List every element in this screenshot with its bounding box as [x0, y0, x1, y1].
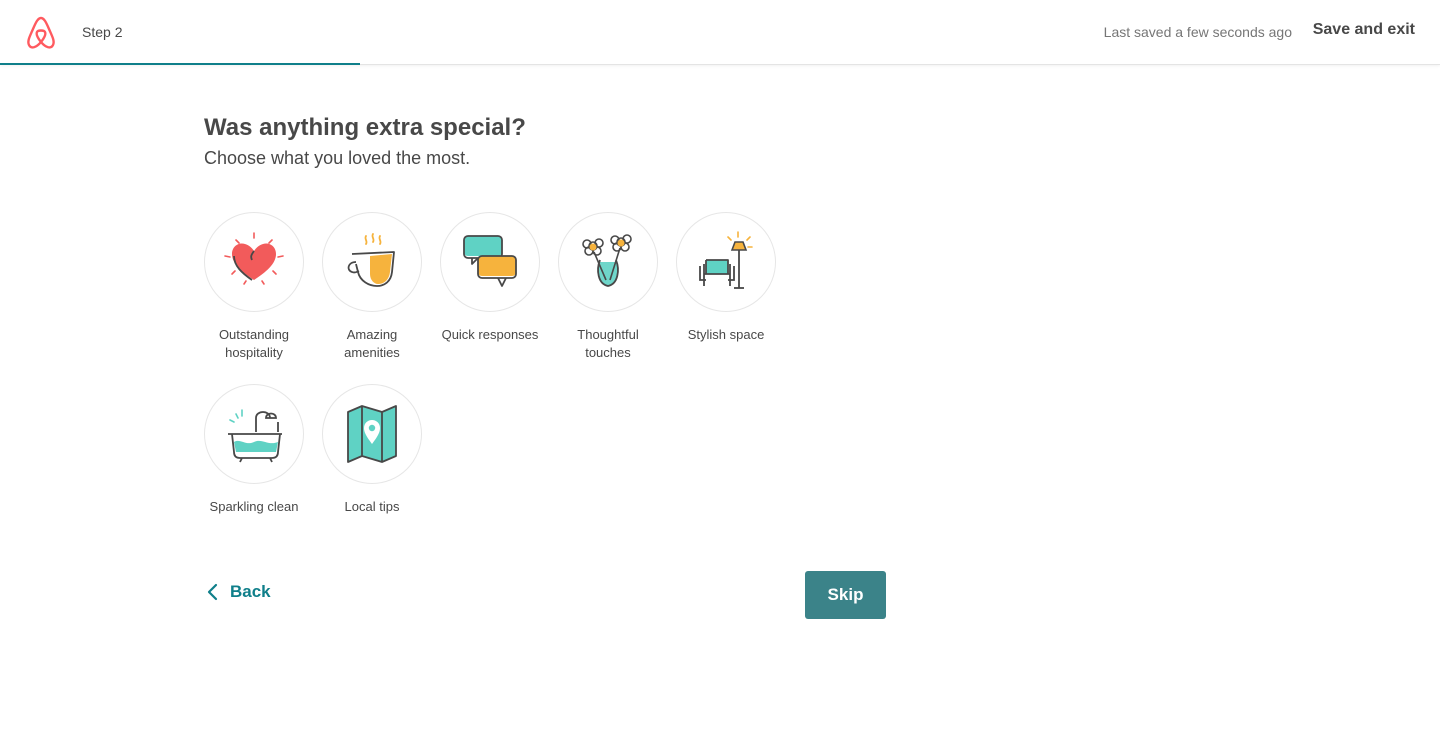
option-local-tips[interactable]: Local tips	[322, 384, 426, 516]
heart-icon	[224, 232, 284, 285]
option-circle[interactable]	[204, 212, 304, 312]
option-amazing-amenities[interactable]: Amazing amenities	[322, 212, 426, 362]
option-circle[interactable]	[322, 212, 422, 312]
option-label: Local tips	[344, 499, 400, 514]
option-circle[interactable]	[676, 212, 776, 312]
option-quick-responses[interactable]: Quick responses	[440, 212, 544, 344]
option-label: Amazing amenities	[344, 327, 400, 360]
save-and-exit-link[interactable]: Save and exit	[1313, 21, 1415, 39]
progress-bar	[0, 63, 1440, 65]
header: Step 2 Last saved a few seconds ago Save…	[0, 0, 1440, 65]
page-title: Was anything extra special?	[204, 114, 526, 141]
option-label: Stylish space	[687, 327, 765, 342]
option-outstanding-hospitality[interactable]: Outstanding hospitality	[204, 212, 308, 362]
option-thoughtful-touches[interactable]: Thoughtful touches	[558, 212, 662, 362]
chevron-left-icon	[207, 583, 218, 601]
coffee-cup-icon	[347, 233, 395, 287]
back-button[interactable]: Back	[206, 582, 271, 602]
progress-fill	[0, 63, 360, 65]
step-label: Step 2	[82, 24, 123, 40]
option-stylish-space[interactable]: Stylish space	[676, 212, 780, 344]
back-label: Back	[230, 582, 271, 601]
flower-vase-icon	[582, 234, 632, 287]
bathtub-icon	[228, 409, 282, 463]
chat-bubbles-icon	[463, 235, 517, 287]
page-subtitle: Choose what you loved the most.	[204, 148, 471, 168]
option-circle[interactable]	[440, 212, 540, 312]
option-label: Outstanding hospitality	[218, 327, 290, 360]
option-label: Quick responses	[441, 327, 539, 342]
option-label: Thoughtful touches	[577, 327, 639, 360]
saved-status: Last saved a few seconds ago	[1103, 24, 1292, 40]
airbnb-logo-icon[interactable]	[24, 14, 58, 50]
option-circle[interactable]	[558, 212, 658, 312]
option-sparkling-clean[interactable]: Sparkling clean	[204, 384, 308, 516]
map-pin-icon	[347, 405, 397, 463]
option-circle[interactable]	[322, 384, 422, 484]
option-label: Sparkling clean	[209, 499, 299, 514]
skip-button[interactable]: Skip	[805, 571, 886, 619]
armchair-lamp-icon	[699, 231, 753, 289]
option-circle[interactable]	[204, 384, 304, 484]
